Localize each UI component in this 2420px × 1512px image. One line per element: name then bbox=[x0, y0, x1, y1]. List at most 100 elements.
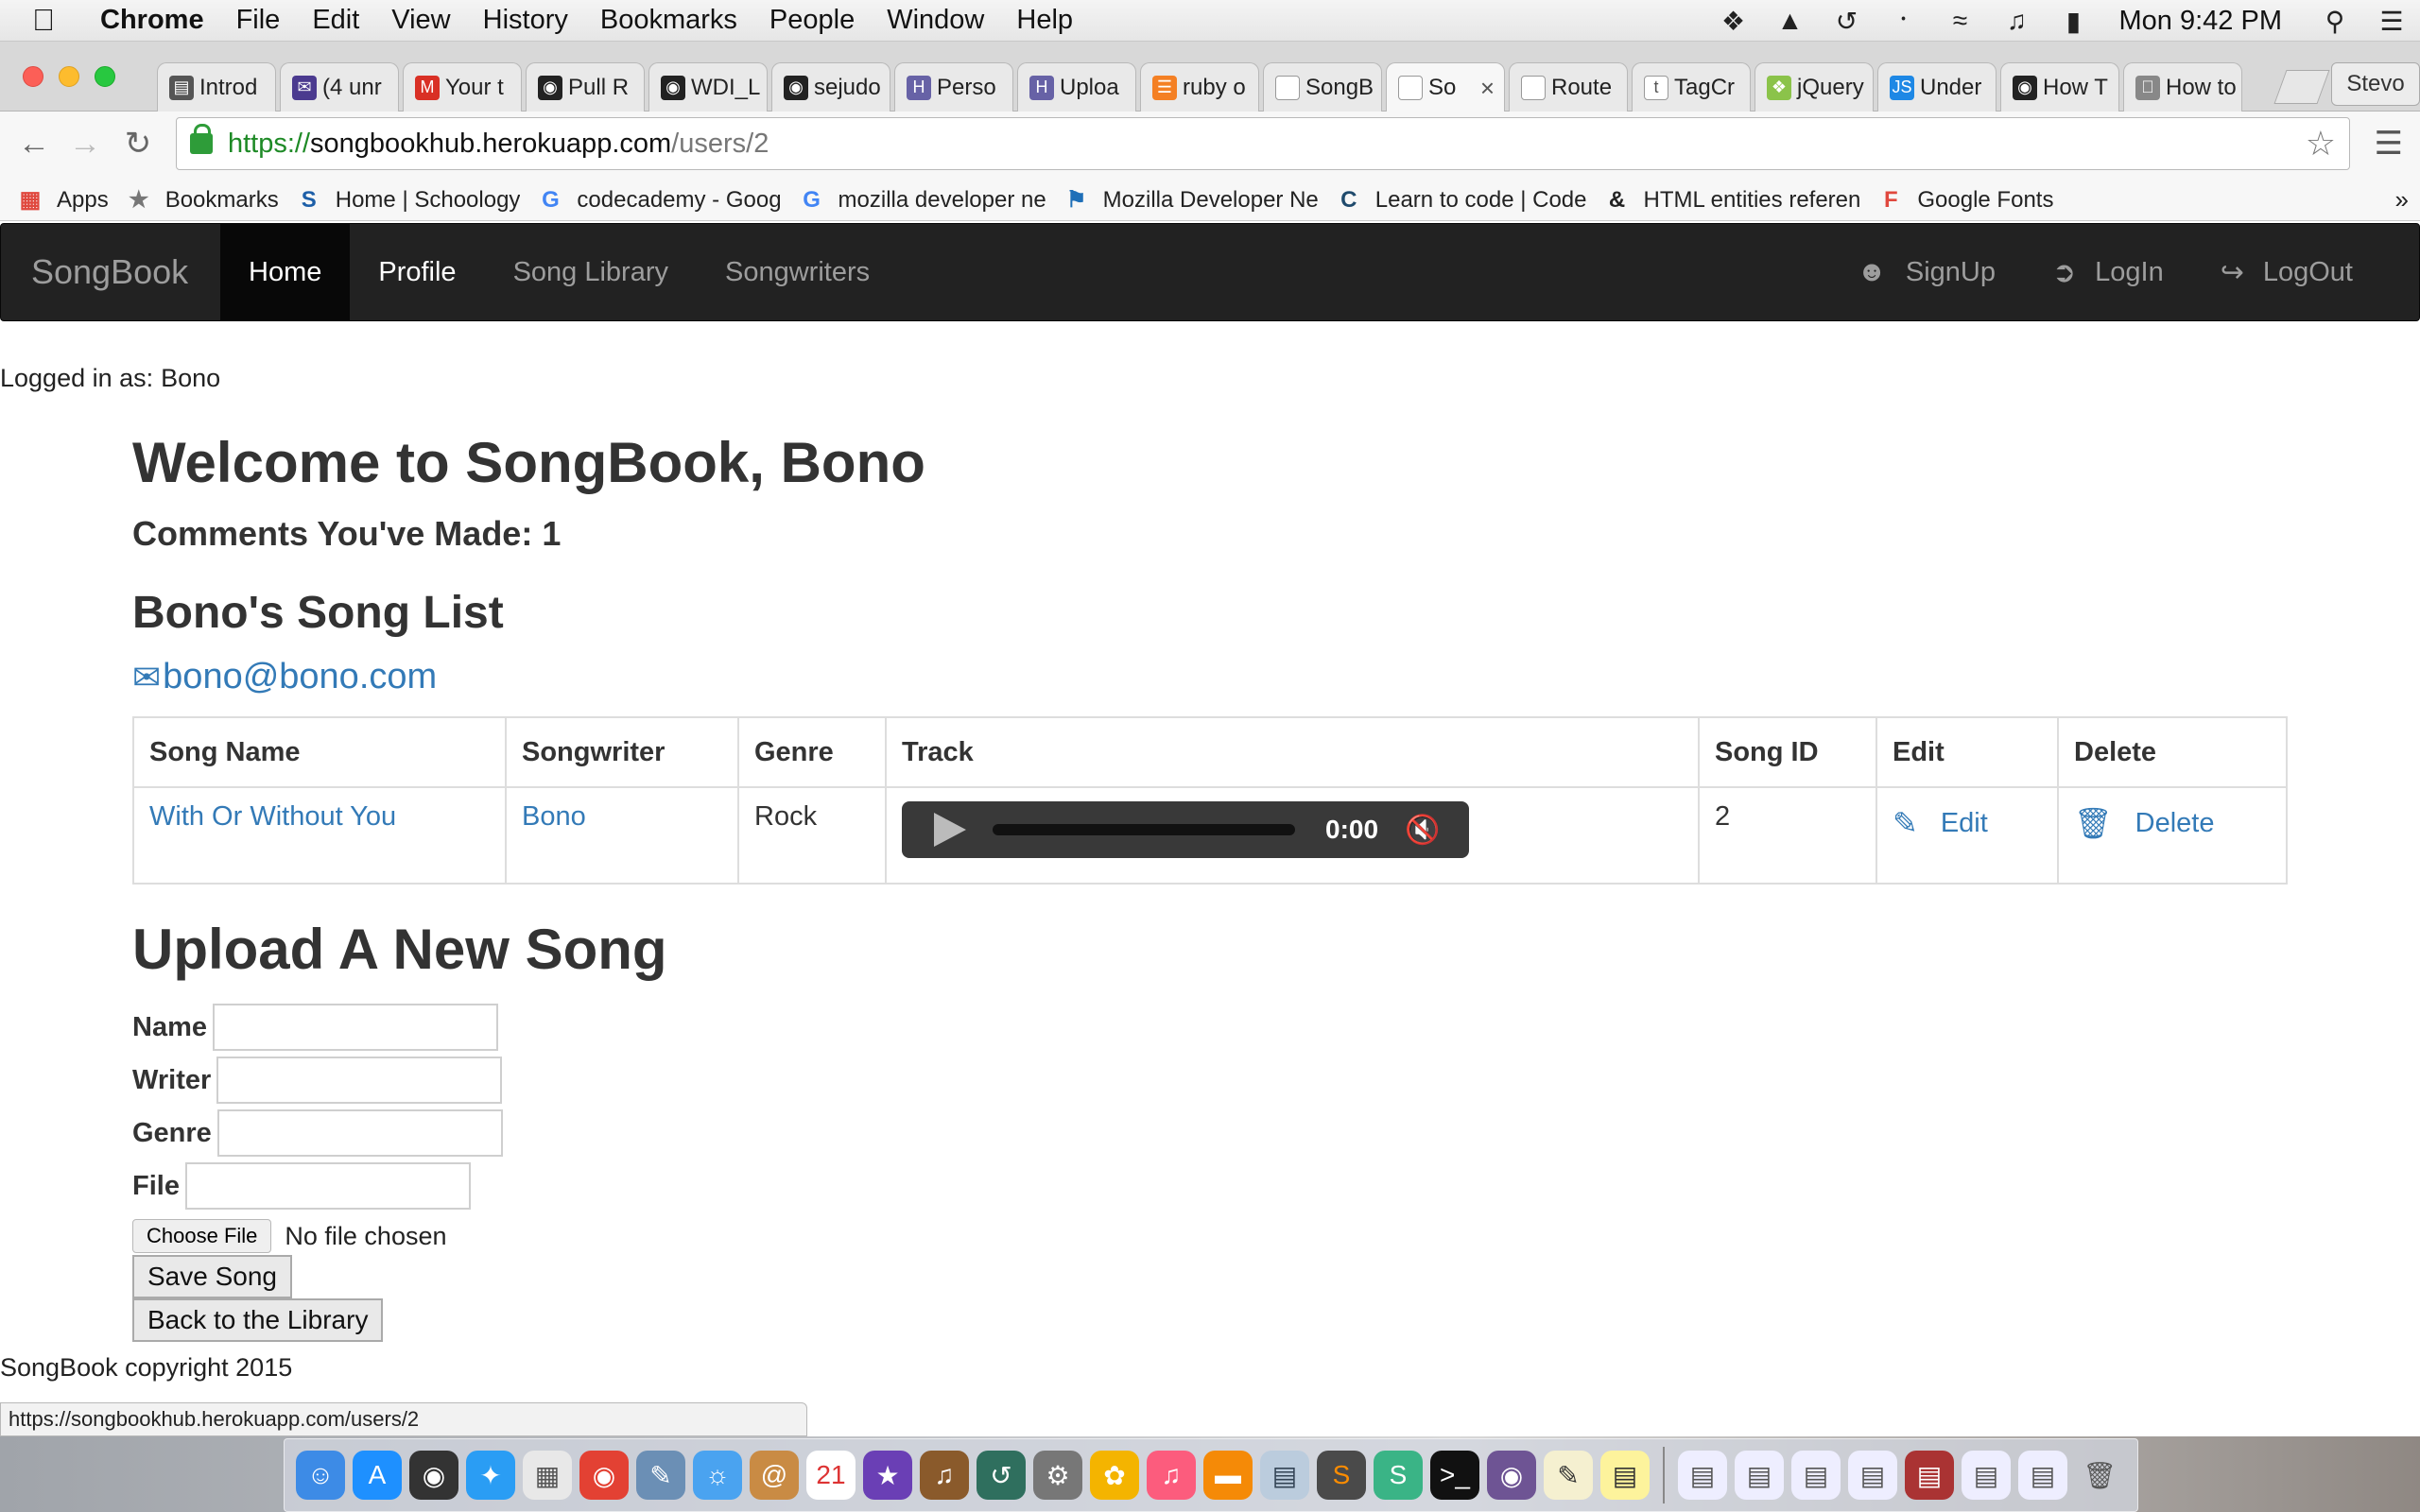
mute-icon[interactable]: 🔇 bbox=[1405, 814, 1440, 847]
secure-lock-icon[interactable] bbox=[190, 124, 213, 154]
calendar-icon[interactable]: 21 bbox=[806, 1451, 856, 1500]
browser-tab[interactable]: So × bbox=[1386, 62, 1505, 112]
app-store-icon[interactable]: A bbox=[353, 1451, 402, 1500]
navbar-brand[interactable]: SongBook bbox=[31, 252, 220, 292]
notification-center-icon[interactable]: ☰ bbox=[2373, 6, 2411, 37]
slack-icon[interactable]: S bbox=[1374, 1451, 1423, 1500]
garageband-icon[interactable]: ♫ bbox=[920, 1451, 969, 1500]
edit-link[interactable]: ✎ Edit bbox=[1893, 801, 2042, 841]
github-desktop-icon[interactable]: ◉ bbox=[1487, 1451, 1536, 1500]
volume-icon[interactable]: ♫ bbox=[1998, 6, 2036, 36]
forward-arrow-icon[interactable]: → bbox=[64, 123, 106, 164]
preview-icon[interactable]: ✎ bbox=[636, 1451, 685, 1500]
audio-progress-track[interactable] bbox=[993, 824, 1295, 835]
bookmark-item[interactable]: Gmozilla developer ne bbox=[799, 187, 1046, 214]
document-thumbnail-icon[interactable]: ▤ bbox=[1678, 1451, 1727, 1500]
bookmark-item[interactable]: ★ Bookmarks bbox=[126, 187, 279, 214]
bookmark-item[interactable]: C Learn to code | Code bbox=[1336, 187, 1586, 214]
delete-link[interactable]: 🗑 Delete bbox=[2074, 801, 2271, 841]
nav-login[interactable]: ➲ LogIn bbox=[2024, 224, 2192, 320]
bookmarks-overflow-icon[interactable]: » bbox=[2395, 185, 2409, 215]
imovie-icon[interactable]: ★ bbox=[863, 1451, 912, 1500]
browser-tab[interactable]: SongB bbox=[1263, 62, 1382, 112]
browser-tab[interactable]: t TagCr bbox=[1632, 62, 1751, 112]
safari-icon[interactable]: ✦ bbox=[466, 1451, 515, 1500]
google-drive-icon[interactable]: ▲ bbox=[1772, 6, 1809, 36]
bookmark-star-icon[interactable]: ☆ bbox=[2306, 124, 2336, 163]
terminal-icon[interactable]: >_ bbox=[1430, 1451, 1479, 1500]
browser-tab[interactable]: H Perso bbox=[894, 62, 1013, 112]
nav-signup[interactable]: ☻ SignUp bbox=[1828, 224, 2024, 320]
photos-icon[interactable]: ✿ bbox=[1090, 1451, 1139, 1500]
menu-people[interactable]: People bbox=[769, 5, 855, 36]
menu-edit[interactable]: Edit bbox=[312, 5, 359, 36]
browser-tab[interactable]: ◉ Pull R bbox=[526, 62, 645, 112]
nav-home[interactable]: Home bbox=[220, 224, 351, 320]
stickies-icon[interactable]: ▤ bbox=[1600, 1451, 1650, 1500]
browser-tab[interactable]: ✉ (4 unr bbox=[280, 62, 399, 112]
save-song-button[interactable]: Save Song bbox=[132, 1255, 292, 1298]
window-minimize-button[interactable] bbox=[59, 66, 79, 87]
document-thumbnail-icon[interactable]: ▤ bbox=[2018, 1451, 2067, 1500]
browser-tab[interactable]: ◉ WDI_L bbox=[648, 62, 768, 112]
apple-menu-icon[interactable]:  bbox=[32, 3, 76, 38]
bookmark-item[interactable]: ▦ Apps bbox=[17, 187, 109, 214]
bluetooth-icon[interactable]: ᛫ bbox=[1885, 6, 1923, 36]
reload-icon[interactable]: ↻ bbox=[117, 123, 159, 164]
image-thumbnail-icon[interactable]: ▤ bbox=[1905, 1451, 1954, 1500]
menu-app-name[interactable]: Chrome bbox=[100, 5, 204, 36]
dashboard-icon[interactable]: ◉ bbox=[409, 1451, 458, 1500]
menu-file[interactable]: File bbox=[236, 5, 281, 36]
nav-logout[interactable]: ↪ LogOut bbox=[2192, 224, 2381, 320]
browser-tab[interactable]: ◉ sejudo bbox=[771, 62, 890, 112]
browser-tab[interactable]: JS Under bbox=[1877, 62, 1996, 112]
itunes-icon[interactable]: ♫ bbox=[1147, 1451, 1196, 1500]
browser-tab[interactable]: ▤ Introd bbox=[157, 62, 276, 112]
menu-window[interactable]: Window bbox=[887, 5, 984, 36]
chrome-menu-icon[interactable]: ☰ bbox=[2375, 125, 2403, 163]
battery-icon[interactable]: ▮ bbox=[2055, 6, 2093, 37]
system-preferences-icon[interactable]: ⚙ bbox=[1033, 1451, 1082, 1500]
play-icon[interactable] bbox=[934, 813, 966, 847]
back-to-library-button[interactable]: Back to the Library bbox=[132, 1298, 384, 1342]
bookmark-item[interactable]: ⚑ Mozilla Developer Ne bbox=[1063, 187, 1319, 214]
document-thumbnail-icon[interactable]: ▤ bbox=[1791, 1451, 1841, 1500]
window-close-button[interactable] bbox=[23, 66, 43, 87]
window-zoom-button[interactable] bbox=[95, 66, 115, 87]
address-bar[interactable]: https:// songbookhub.herokuapp.com /user… bbox=[176, 117, 2350, 170]
back-arrow-icon[interactable]: ← bbox=[13, 123, 55, 164]
wifi-icon[interactable]: ≈ bbox=[1942, 6, 1979, 36]
bookmark-item[interactable]: Gcodecademy - Goog bbox=[537, 187, 781, 214]
menu-history[interactable]: History bbox=[483, 5, 568, 36]
browser-tab[interactable]: How to bbox=[2123, 62, 2242, 112]
sublime-text-icon[interactable]: S bbox=[1317, 1451, 1366, 1500]
choose-file-button[interactable]: Choose File bbox=[132, 1219, 272, 1253]
nav-song-library[interactable]: Song Library bbox=[485, 224, 697, 320]
chrome-icon[interactable]: ◉ bbox=[579, 1451, 629, 1500]
browser-tab[interactable]: ☰ ruby o bbox=[1140, 62, 1259, 112]
messages-icon[interactable]: ☼ bbox=[693, 1451, 742, 1500]
nav-songwriters[interactable]: Songwriters bbox=[697, 224, 898, 320]
time-machine-icon[interactable]: ↺ bbox=[1828, 6, 1866, 37]
profile-button[interactable]: Stevo bbox=[2331, 62, 2420, 106]
preview-app-icon[interactable]: ▤ bbox=[1260, 1451, 1309, 1500]
nav-profile[interactable]: Profile bbox=[350, 224, 484, 320]
spotlight-search-icon[interactable]: ⚲ bbox=[2316, 6, 2354, 37]
menu-view[interactable]: View bbox=[391, 5, 450, 36]
bookmark-item[interactable]: S Home | Schoology bbox=[296, 187, 521, 214]
file-text-input[interactable] bbox=[184, 1162, 471, 1210]
trash-icon[interactable]: 🗑 bbox=[2075, 1451, 2124, 1500]
browser-tab[interactable]: ❖ jQuery bbox=[1754, 62, 1874, 112]
bookmark-item[interactable]: & HTML entities referen bbox=[1604, 187, 1861, 214]
new-tab-button[interactable] bbox=[2273, 70, 2330, 104]
contacts-icon[interactable]: @ bbox=[750, 1451, 799, 1500]
document-thumbnail-icon[interactable]: ▤ bbox=[1735, 1451, 1784, 1500]
songwriter-link[interactable]: Bono bbox=[522, 801, 586, 832]
document-thumbnail-icon[interactable]: ▤ bbox=[1962, 1451, 2011, 1500]
writer-input[interactable] bbox=[216, 1057, 503, 1104]
genre-input[interactable] bbox=[216, 1109, 503, 1157]
dropbox-icon[interactable]: ❖ bbox=[1715, 6, 1753, 37]
song-name-link[interactable]: With Or Without You bbox=[149, 801, 396, 832]
browser-tab[interactable]: M Your t bbox=[403, 62, 522, 112]
browser-tab[interactable]: H Uploa bbox=[1017, 62, 1136, 112]
